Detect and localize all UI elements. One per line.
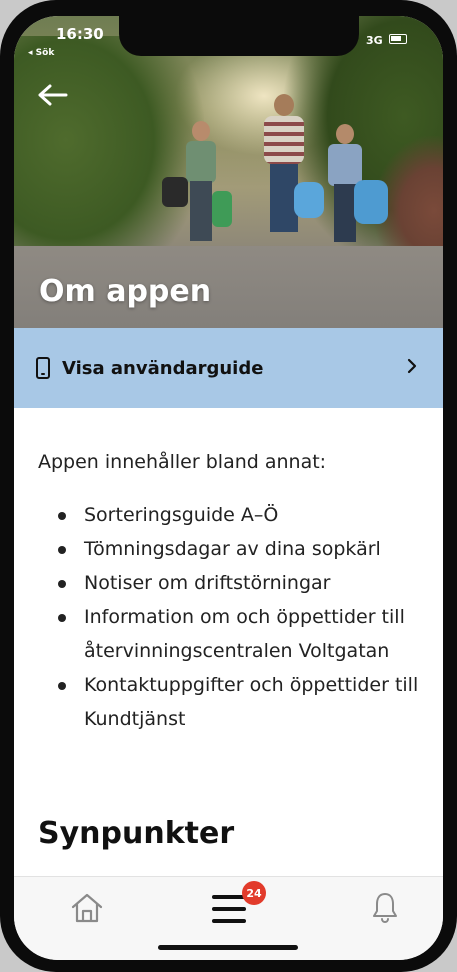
battery-icon xyxy=(389,34,407,44)
list-item: Tömningsdagar av dina sopkärl xyxy=(58,532,419,566)
list-item: Information om och öppettider till återv… xyxy=(58,600,419,668)
bottom-nav: 24 xyxy=(14,876,443,960)
app-screen: 16:30 ◂ Sök 3G Om appen Visa användargui… xyxy=(14,16,443,960)
status-back-to-search[interactable]: ◂ Sök xyxy=(28,48,54,58)
user-guide-label: Visa användarguide xyxy=(62,357,264,379)
list-item: Notiser om driftstörningar xyxy=(58,566,419,600)
network-indicator: 3G xyxy=(366,34,383,47)
feature-list: Sorteringsguide A–Ö Tömningsdagar av din… xyxy=(38,498,419,736)
device-notch xyxy=(119,16,359,56)
bell-icon[interactable] xyxy=(370,891,400,925)
page-title: Om appen xyxy=(39,274,212,309)
status-time: 16:30 xyxy=(56,25,104,43)
back-arrow-icon[interactable] xyxy=(36,82,70,108)
intro-text: Appen innehåller bland annat: xyxy=(38,451,327,473)
chevron-right-icon xyxy=(407,356,417,376)
list-item: Sorteringsguide A–Ö xyxy=(58,498,419,532)
hero-image: 16:30 ◂ Sök 3G Om appen xyxy=(14,16,443,328)
list-item: Kontaktuppgifter och öppettider till Kun… xyxy=(58,668,419,736)
home-indicator xyxy=(158,945,298,950)
section-title: Synpunkter xyxy=(38,816,235,851)
home-icon[interactable] xyxy=(68,889,106,927)
user-guide-button[interactable]: Visa användarguide xyxy=(14,328,443,408)
smartphone-icon xyxy=(36,357,50,379)
phone-frame: 16:30 ◂ Sök 3G Om appen Visa användargui… xyxy=(0,0,457,972)
notification-badge: 24 xyxy=(242,881,266,905)
about-content: Appen innehåller bland annat: Sorterings… xyxy=(14,408,443,851)
